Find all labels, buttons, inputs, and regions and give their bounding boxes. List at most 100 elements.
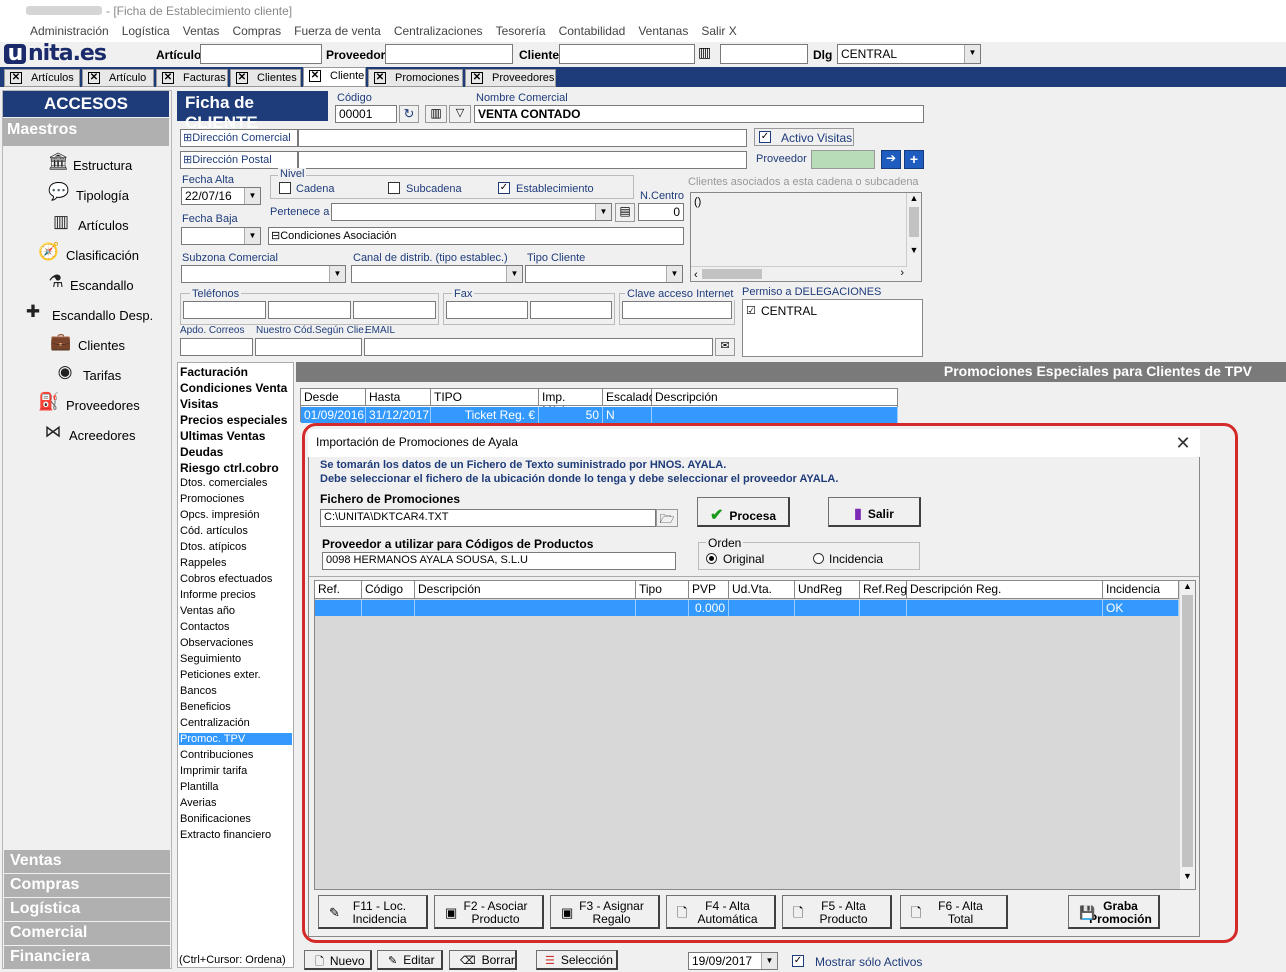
- codigo-input[interactable]: 00001: [335, 105, 397, 123]
- side-link[interactable]: Cobros efectuados: [180, 573, 272, 585]
- tab-cliente[interactable]: ✕ Cliente: [303, 67, 366, 87]
- menu-item[interactable]: Ventas: [183, 24, 220, 38]
- menu-item[interactable]: Administración: [30, 24, 109, 38]
- side-link[interactable]: Promoc. TPV: [179, 733, 292, 745]
- section-financiera[interactable]: Financiera: [4, 946, 170, 969]
- apdo-input[interactable]: [180, 338, 253, 356]
- filter-icon[interactable]: ▽: [449, 105, 471, 123]
- side-link[interactable]: Peticiones exter.: [180, 669, 261, 681]
- section-comercial[interactable]: Comercial: [4, 922, 170, 945]
- telefono-2-input[interactable]: [268, 301, 351, 319]
- promos-cell[interactable]: Ticket Reg. €: [431, 407, 539, 423]
- close-tab-icon[interactable]: ✕: [236, 72, 248, 84]
- mail-icon[interactable]: ✉: [715, 338, 735, 356]
- promos-cell[interactable]: 31/12/2017: [366, 407, 431, 423]
- subzona-select[interactable]: ▼: [181, 265, 346, 283]
- menu-item[interactable]: Salir X: [701, 24, 736, 38]
- promos-cell[interactable]: 50: [539, 407, 603, 423]
- menu-item[interactable]: Fuerza de venta: [294, 24, 381, 38]
- section-ventas[interactable]: Ventas: [4, 850, 170, 873]
- close-tab-icon[interactable]: ✕: [162, 72, 174, 84]
- delegaciones-list[interactable]: ☑ CENTRAL: [742, 299, 923, 357]
- telefono-1-input[interactable]: [183, 301, 266, 319]
- email-input[interactable]: [364, 338, 713, 356]
- cliente-input[interactable]: [559, 44, 695, 64]
- promos-col-header[interactable]: Desde: [301, 389, 366, 406]
- maestros-item-escandallodesp[interactable]: ✚ Escandallo Desp.: [20, 302, 170, 332]
- promos-col-header[interactable]: Imp. Mínimo: [539, 389, 603, 418]
- side-link[interactable]: Dtos. atípicos: [180, 541, 247, 553]
- side-link[interactable]: Rappeles: [180, 557, 226, 569]
- arrow-right-icon[interactable]: ➔: [881, 150, 901, 169]
- maestros-item-tipologa[interactable]: 💬 Tipología: [20, 182, 170, 212]
- maestros-item-estructura[interactable]: 🏛 Estructura: [20, 152, 170, 182]
- menu-item[interactable]: Tesorería: [496, 24, 546, 38]
- side-link[interactable]: Condiciones Venta: [180, 381, 287, 395]
- tab-clientes[interactable]: ✕ Clientes: [230, 69, 301, 87]
- side-link[interactable]: Seguimiento: [180, 653, 241, 665]
- tab-artculos[interactable]: ✕ Artículos: [4, 69, 80, 87]
- ncentro-input[interactable]: 0: [638, 203, 684, 221]
- editar-button[interactable]: ✎ Editar: [377, 950, 443, 970]
- side-link[interactable]: Cód. artículos: [180, 525, 248, 537]
- section-compras[interactable]: Compras: [4, 874, 170, 897]
- promos-col-header[interactable]: Descripción: [652, 389, 898, 406]
- fax-2-input[interactable]: [530, 301, 612, 319]
- promos-cell[interactable]: 01/09/2016: [301, 407, 366, 423]
- mostrar-activos-checkbox[interactable]: ✓: [792, 955, 804, 967]
- refresh-icon[interactable]: ↻: [399, 105, 419, 123]
- barcode-icon[interactable]: ▥: [698, 45, 716, 63]
- side-link[interactable]: Bancos: [180, 685, 217, 697]
- side-link[interactable]: Centralización: [180, 717, 250, 729]
- direccion-postal-input[interactable]: [298, 151, 747, 169]
- fecha-baja-input[interactable]: ▼: [181, 227, 261, 245]
- tab-promociones[interactable]: ✕ Promociones: [368, 69, 463, 87]
- tab-artculo[interactable]: ✕ Artículo: [82, 69, 154, 87]
- side-link[interactable]: Contactos: [180, 621, 230, 633]
- clave-input[interactable]: [622, 301, 732, 319]
- side-link[interactable]: Observaciones: [180, 637, 253, 649]
- maestros-item-clasificacin[interactable]: 🧭 Clasificación: [20, 242, 170, 272]
- vertical-scrollbar[interactable]: ▲ ▼: [906, 193, 921, 267]
- maestros-item-clientes[interactable]: 💼 Clientes: [20, 332, 170, 362]
- side-link[interactable]: Plantilla: [180, 781, 219, 793]
- side-link[interactable]: Riesgo ctrl.cobro: [180, 461, 279, 475]
- telefono-3-input[interactable]: [353, 301, 436, 319]
- promos-cell[interactable]: N: [603, 407, 652, 423]
- dlg-select[interactable]: CENTRAL ▼: [837, 44, 981, 64]
- checkbox-checked-icon[interactable]: ☑: [746, 304, 756, 317]
- maestros-item-acreedores[interactable]: ⋈ Acreedores: [20, 422, 170, 452]
- fecha-alta-input[interactable]: 22/07/16 ▼: [181, 187, 261, 205]
- side-link[interactable]: Visitas: [180, 397, 218, 411]
- proveedor-field[interactable]: [811, 150, 875, 169]
- close-tab-icon[interactable]: ✕: [374, 72, 386, 84]
- clientes-asociados-list[interactable]: () ▲ ▼ ‹ ›: [690, 192, 922, 282]
- seleccion-button[interactable]: ☰ Selección: [536, 950, 618, 970]
- establecimiento-checkbox[interactable]: ✓: [498, 182, 510, 194]
- side-link[interactable]: Averias: [180, 797, 216, 809]
- side-link[interactable]: Deudas: [180, 445, 223, 459]
- direccion-postal-expander[interactable]: ⊞Dirección Postal: [180, 151, 298, 169]
- side-link[interactable]: Promociones: [180, 493, 244, 505]
- menu-item[interactable]: Centralizaciones: [394, 24, 483, 38]
- side-link[interactable]: Ventas año: [180, 605, 235, 617]
- side-link[interactable]: Opcs. impresión: [180, 509, 259, 521]
- promos-col-header[interactable]: TIPO: [431, 389, 539, 406]
- plus-icon[interactable]: +: [904, 150, 924, 169]
- side-link[interactable]: Imprimir tarifa: [180, 765, 247, 777]
- cadena-checkbox[interactable]: [279, 182, 291, 194]
- direccion-comercial-expander[interactable]: ⊞Dirección Comercial: [180, 129, 298, 147]
- side-link[interactable]: Ultimas Ventas: [180, 429, 265, 443]
- canal-select[interactable]: ▼: [351, 265, 523, 283]
- articulo-input[interactable]: [200, 44, 322, 64]
- direccion-comercial-input[interactable]: [298, 129, 747, 147]
- menu-item[interactable]: Contabilidad: [559, 24, 626, 38]
- promos-col-header[interactable]: Escalado: [603, 389, 655, 406]
- menu-item[interactable]: Compras: [232, 24, 281, 38]
- close-tab-icon[interactable]: ✕: [309, 70, 321, 82]
- comment-icon[interactable]: ▤: [615, 203, 635, 222]
- menu-item[interactable]: Ventanas: [638, 24, 688, 38]
- nuevo-button[interactable]: 🗋 Nuevo: [304, 950, 372, 970]
- nombre-comercial-input[interactable]: VENTA CONTADO: [474, 105, 924, 123]
- maestros-item-artculos[interactable]: ▥ Artículos: [20, 212, 170, 242]
